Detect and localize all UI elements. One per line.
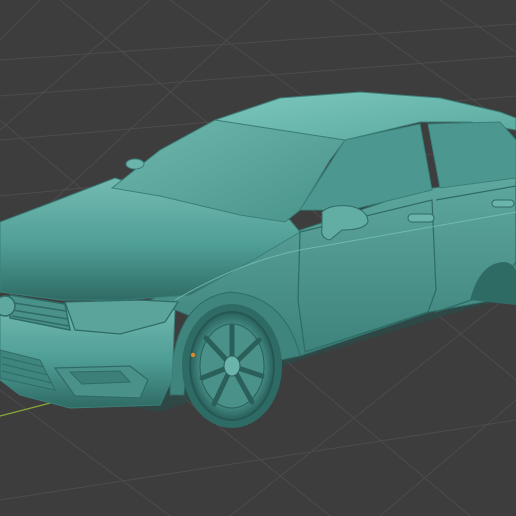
rear-door-handle xyxy=(491,199,515,208)
car-rear-side-window xyxy=(427,121,516,189)
3d-viewport[interactable] xyxy=(0,0,516,516)
viewport-scene[interactable] xyxy=(0,0,516,516)
object-origin-dot xyxy=(190,352,196,358)
front-wheel xyxy=(182,304,282,428)
washer-nozzle xyxy=(125,158,145,170)
brand-emblem-icon xyxy=(0,295,16,317)
car-model[interactable] xyxy=(0,91,516,428)
front-door-handle xyxy=(407,213,435,223)
